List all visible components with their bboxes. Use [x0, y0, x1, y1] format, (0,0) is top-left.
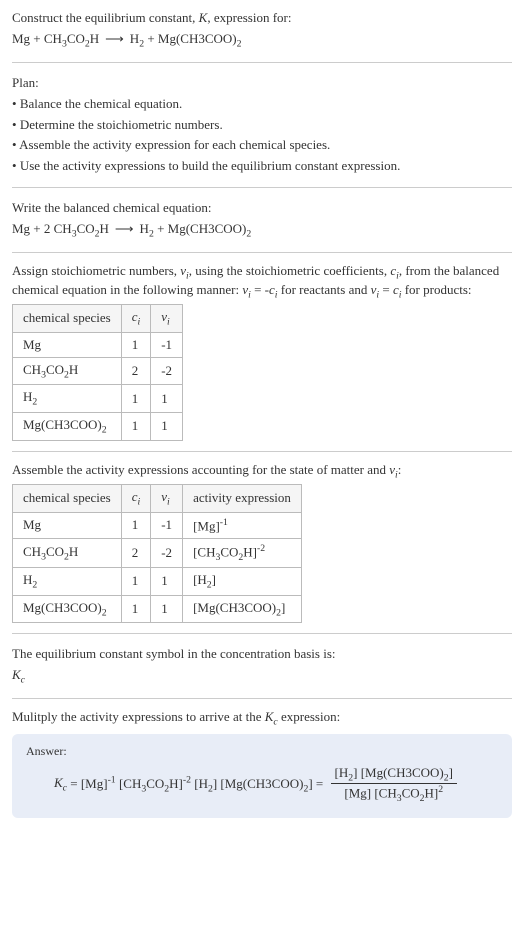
activity-block: Assemble the activity expressions accoun… — [12, 462, 512, 624]
col-activity: activity expression — [183, 485, 302, 513]
divider — [12, 451, 512, 452]
balanced-equation: Mg + 2 CH3CO2H⟶H2 + Mg(CH3COO)2 — [12, 219, 512, 242]
answer-equation: Kc = [Mg]-1 [CH3CO2H]-2 [H2] [Mg(CH3COO)… — [54, 765, 498, 805]
plan-item: • Assemble the activity expression for e… — [12, 135, 512, 156]
plan-item: • Use the activity expressions to build … — [12, 156, 512, 177]
cell-species: H2 — [13, 567, 122, 595]
cell-vi: 1 — [151, 595, 183, 623]
col-ci: ci — [121, 305, 151, 333]
symbol-line: The equilibrium constant symbol in the c… — [12, 644, 512, 665]
plan-block: Plan: • Balance the chemical equation. •… — [12, 73, 512, 177]
cell-vi: 1 — [151, 412, 183, 440]
col-vi: νi — [151, 305, 183, 333]
answer-denominator: [Mg] [CH3CO2H]2 — [331, 783, 457, 804]
divider — [12, 698, 512, 699]
cell-activity: [Mg]-1 — [183, 512, 302, 538]
cell-vi: -1 — [151, 332, 183, 357]
cell-ci: 1 — [121, 595, 151, 623]
activity-intro: Assemble the activity expressions accoun… — [12, 462, 512, 481]
cell-ci: 2 — [121, 539, 151, 568]
cell-ci: 2 — [121, 357, 151, 385]
col-species: chemical species — [13, 485, 122, 513]
balanced-block: Write the balanced chemical equation: Mg… — [12, 198, 512, 242]
cell-vi: -1 — [151, 512, 183, 538]
table-row: H2 1 1 [H2] — [13, 567, 302, 595]
plan-item-text: Determine the stoichiometric numbers. — [20, 117, 223, 132]
plan-item-text: Assemble the activity expression for eac… — [19, 137, 330, 152]
cell-ci: 1 — [121, 567, 151, 595]
cell-vi: 1 — [151, 567, 183, 595]
cell-species: Mg — [13, 332, 122, 357]
table-row: Mg 1 -1 — [13, 332, 183, 357]
cell-species: Mg(CH3COO)2 — [13, 412, 122, 440]
cell-species: CH3CO2H — [13, 357, 122, 385]
plan-item-text: Use the activity expressions to build th… — [20, 158, 401, 173]
symbol-value: Kc — [12, 665, 512, 688]
cell-species: H2 — [13, 385, 122, 413]
cell-species: Mg — [13, 512, 122, 538]
plan-item: • Determine the stoichiometric numbers. — [12, 115, 512, 136]
multiply-block: Mulitply the activity expressions to arr… — [12, 709, 512, 728]
divider — [12, 252, 512, 253]
col-ci: ci — [121, 485, 151, 513]
cell-species: Mg(CH3COO)2 — [13, 595, 122, 623]
balanced-heading: Write the balanced chemical equation: — [12, 198, 512, 219]
cell-ci: 1 — [121, 385, 151, 413]
intro-block: Construct the equilibrium constant, K, e… — [12, 8, 512, 52]
stoich-block: Assign stoichiometric numbers, νi, using… — [12, 263, 512, 441]
cell-activity: [Mg(CH3COO)2] — [183, 595, 302, 623]
answer-box: Answer: Kc = [Mg]-1 [CH3CO2H]-2 [H2] [Mg… — [12, 734, 512, 819]
cell-activity: [CH3CO2H]-2 — [183, 539, 302, 568]
multiply-text: Mulitply the activity expressions to arr… — [12, 709, 340, 724]
plan-item: • Balance the chemical equation. — [12, 94, 512, 115]
table-row: CH3CO2H 2 -2 [CH3CO2H]-2 — [13, 539, 302, 568]
activity-table: chemical species ci νi activity expressi… — [12, 484, 302, 623]
table-header-row: chemical species ci νi activity expressi… — [13, 485, 302, 513]
cell-activity: [H2] — [183, 567, 302, 595]
stoich-table: chemical species ci νi Mg 1 -1 CH3CO2H 2… — [12, 304, 183, 440]
table-header-row: chemical species ci νi — [13, 305, 183, 333]
col-species: chemical species — [13, 305, 122, 333]
divider — [12, 633, 512, 634]
cell-vi: 1 — [151, 385, 183, 413]
plan-heading: Plan: — [12, 73, 512, 94]
cell-species: CH3CO2H — [13, 539, 122, 568]
table-row: Mg(CH3COO)2 1 1 — [13, 412, 183, 440]
table-row: CH3CO2H 2 -2 — [13, 357, 183, 385]
table-row: Mg 1 -1 [Mg]-1 — [13, 512, 302, 538]
intro-line: Construct the equilibrium constant, K, e… — [12, 8, 512, 29]
cell-ci: 1 — [121, 512, 151, 538]
table-row: H2 1 1 — [13, 385, 183, 413]
cell-ci: 1 — [121, 332, 151, 357]
symbol-block: The equilibrium constant symbol in the c… — [12, 644, 512, 688]
col-vi: νi — [151, 485, 183, 513]
intro-equation: Mg + CH3CO2H⟶H2 + Mg(CH3COO)2 — [12, 29, 512, 52]
table-row: Mg(CH3COO)2 1 1 [Mg(CH3COO)2] — [13, 595, 302, 623]
answer-label: Answer: — [26, 744, 498, 759]
divider — [12, 62, 512, 63]
cell-vi: -2 — [151, 357, 183, 385]
divider — [12, 187, 512, 188]
answer-numerator: [H2] [Mg(CH3COO)2] — [331, 765, 457, 784]
stoich-intro: Assign stoichiometric numbers, νi, using… — [12, 263, 512, 300]
plan-item-text: Balance the chemical equation. — [20, 96, 182, 111]
cell-ci: 1 — [121, 412, 151, 440]
cell-vi: -2 — [151, 539, 183, 568]
